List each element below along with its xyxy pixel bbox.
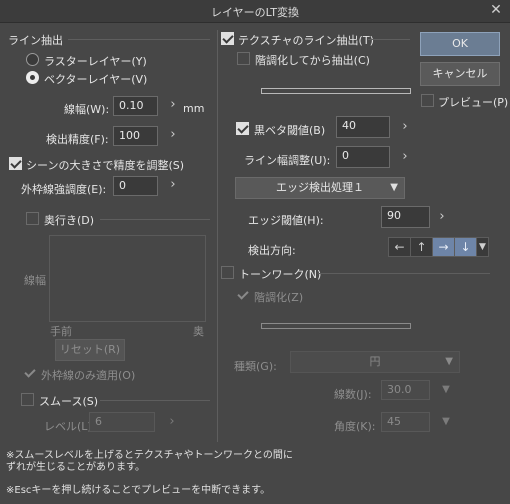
- layer-lt-conversion-dialog: レイヤーのLT変換 ✕ ライン抽出 ラスターレイヤー(Y) ベクターレイヤー(V…: [0, 0, 510, 504]
- line-width-label: 線幅(W):: [64, 103, 110, 116]
- tone-lines-chevron-down-icon[interactable]: ▼: [440, 382, 452, 398]
- ok-button[interactable]: OK: [420, 32, 500, 56]
- black-threshold-input[interactable]: 40: [336, 116, 390, 138]
- depth-divider: [100, 219, 210, 220]
- depth-axis-y-label: 線幅: [24, 274, 46, 287]
- preview-checkbox[interactable]: [421, 94, 434, 107]
- edge-threshold-label: エッジ閾値(H):: [248, 214, 324, 227]
- smooth-label: スムース(S): [39, 395, 99, 408]
- texture-gradation-bar: [261, 88, 411, 94]
- line-extract-section-label: ライン抽出: [8, 34, 63, 47]
- line-adjust-input[interactable]: 0: [336, 146, 390, 168]
- depth-axis-near-label: 手前: [50, 325, 72, 338]
- smooth-divider: [100, 400, 210, 401]
- raster-layer-label: ラスターレイヤー(Y): [44, 55, 147, 68]
- cancel-button[interactable]: キャンセル: [420, 62, 500, 86]
- vector-layer-label: ベクターレイヤー(V): [44, 73, 148, 86]
- black-threshold-label: 黒ベタ閾値(B): [254, 124, 326, 137]
- texture-gradation-label: 階調化してから抽出(C): [255, 54, 370, 67]
- texture-extract-checkbox[interactable]: [221, 32, 234, 45]
- edge-process-value: エッジ検出処理１: [276, 181, 364, 194]
- line-adjust-chevron-icon[interactable]: ›: [399, 149, 411, 165]
- line-width-chevron-icon[interactable]: ›: [167, 97, 179, 113]
- tone-work-divider: [318, 273, 490, 274]
- tone-angle-label: 角度(K):: [334, 420, 376, 433]
- note-line-3: ※Escキーを押し続けることでプレビューを中断できます。: [6, 485, 271, 496]
- outer-only-label: 外枠線のみ適用(O): [41, 369, 136, 382]
- depth-axis-far-label: 奥: [193, 325, 204, 338]
- dialog-title: レイヤーのLT変換: [210, 6, 299, 19]
- tone-work-label: トーンワーク(N): [239, 268, 322, 281]
- note-line-2: ずれが生じることがあります。: [6, 462, 145, 473]
- tone-lines-label: 線数(J):: [334, 388, 372, 401]
- edge-threshold-chevron-icon[interactable]: ›: [436, 209, 448, 225]
- outer-only-checkbox[interactable]: [24, 367, 37, 380]
- smooth-level-label: レベル(L):: [44, 420, 96, 433]
- tone-gradation-bar: [261, 323, 411, 329]
- outer-line-label: 外枠線強調度(E):: [21, 183, 107, 196]
- black-threshold-checkbox[interactable]: [236, 122, 249, 135]
- line-width-input[interactable]: 0.10: [113, 96, 158, 116]
- close-icon[interactable]: ✕: [488, 2, 504, 18]
- precision-chevron-icon[interactable]: ›: [167, 127, 179, 143]
- chevron-down-icon: ▼: [390, 182, 398, 193]
- smooth-level-input[interactable]: 6: [89, 412, 155, 432]
- column-separator: [217, 30, 218, 442]
- precision-input[interactable]: 100: [113, 126, 158, 146]
- preview-label: プレビュー(P): [438, 96, 509, 109]
- texture-gradation-checkbox[interactable]: [237, 52, 250, 65]
- raster-layer-radio[interactable]: [26, 53, 39, 66]
- outer-line-input[interactable]: 0: [113, 176, 158, 196]
- tone-angle-input[interactable]: 45: [381, 412, 430, 432]
- edge-process-select[interactable]: エッジ検出処理１ ▼: [235, 177, 405, 199]
- direction-dropdown-chevron-icon[interactable]: ▼: [476, 237, 489, 257]
- line-width-unit: mm: [183, 102, 205, 115]
- tone-gradation-label: 階調化(Z): [254, 291, 304, 304]
- direction-down-arrow-icon[interactable]: ↓: [454, 237, 477, 257]
- chevron-down-icon: ▼: [445, 356, 453, 367]
- texture-divider: [368, 39, 410, 40]
- direction-right-arrow-icon[interactable]: →: [432, 237, 455, 257]
- tone-gradation-checkbox[interactable]: [237, 289, 250, 302]
- outer-line-chevron-icon[interactable]: ›: [167, 177, 179, 193]
- tone-type-value: 円: [369, 355, 381, 368]
- line-extract-divider: [68, 39, 210, 40]
- smooth-level-chevron-icon[interactable]: ›: [166, 414, 178, 430]
- reset-button[interactable]: リセット(R): [55, 339, 125, 361]
- precision-label: 検出精度(F):: [46, 133, 109, 146]
- depth-checkbox[interactable]: [26, 212, 39, 225]
- tone-type-select[interactable]: 円 ▼: [290, 351, 460, 373]
- direction-up-arrow-icon[interactable]: ↑: [410, 237, 433, 257]
- vector-layer-radio[interactable]: [26, 71, 39, 84]
- depth-label: 奥行き(D): [44, 214, 95, 227]
- tone-type-label: 種類(G):: [234, 360, 277, 373]
- adjust-scene-label: シーンの大きさで精度を調整(S): [26, 159, 185, 172]
- edge-threshold-input[interactable]: 90: [381, 206, 430, 228]
- line-adjust-label: ライン幅調整(U):: [244, 154, 331, 167]
- direction-left-arrow-icon[interactable]: ←: [388, 237, 411, 257]
- black-threshold-chevron-icon[interactable]: ›: [399, 119, 411, 135]
- adjust-scene-checkbox[interactable]: [9, 157, 22, 170]
- depth-curve-graph[interactable]: [49, 235, 206, 322]
- title-bar[interactable]: レイヤーのLT変換 ✕: [0, 0, 510, 23]
- texture-extract-label: テクスチャのライン抽出(T): [238, 34, 374, 47]
- tone-work-checkbox[interactable]: [221, 266, 234, 279]
- smooth-checkbox[interactable]: [21, 393, 34, 406]
- tone-lines-input[interactable]: 30.0: [381, 380, 430, 400]
- detect-direction-label: 検出方向:: [248, 244, 296, 257]
- tone-angle-chevron-down-icon[interactable]: ▼: [440, 414, 452, 430]
- note-line-1: ※スムースレベルを上げるとテクスチャやトーンワークとの間に: [6, 450, 293, 461]
